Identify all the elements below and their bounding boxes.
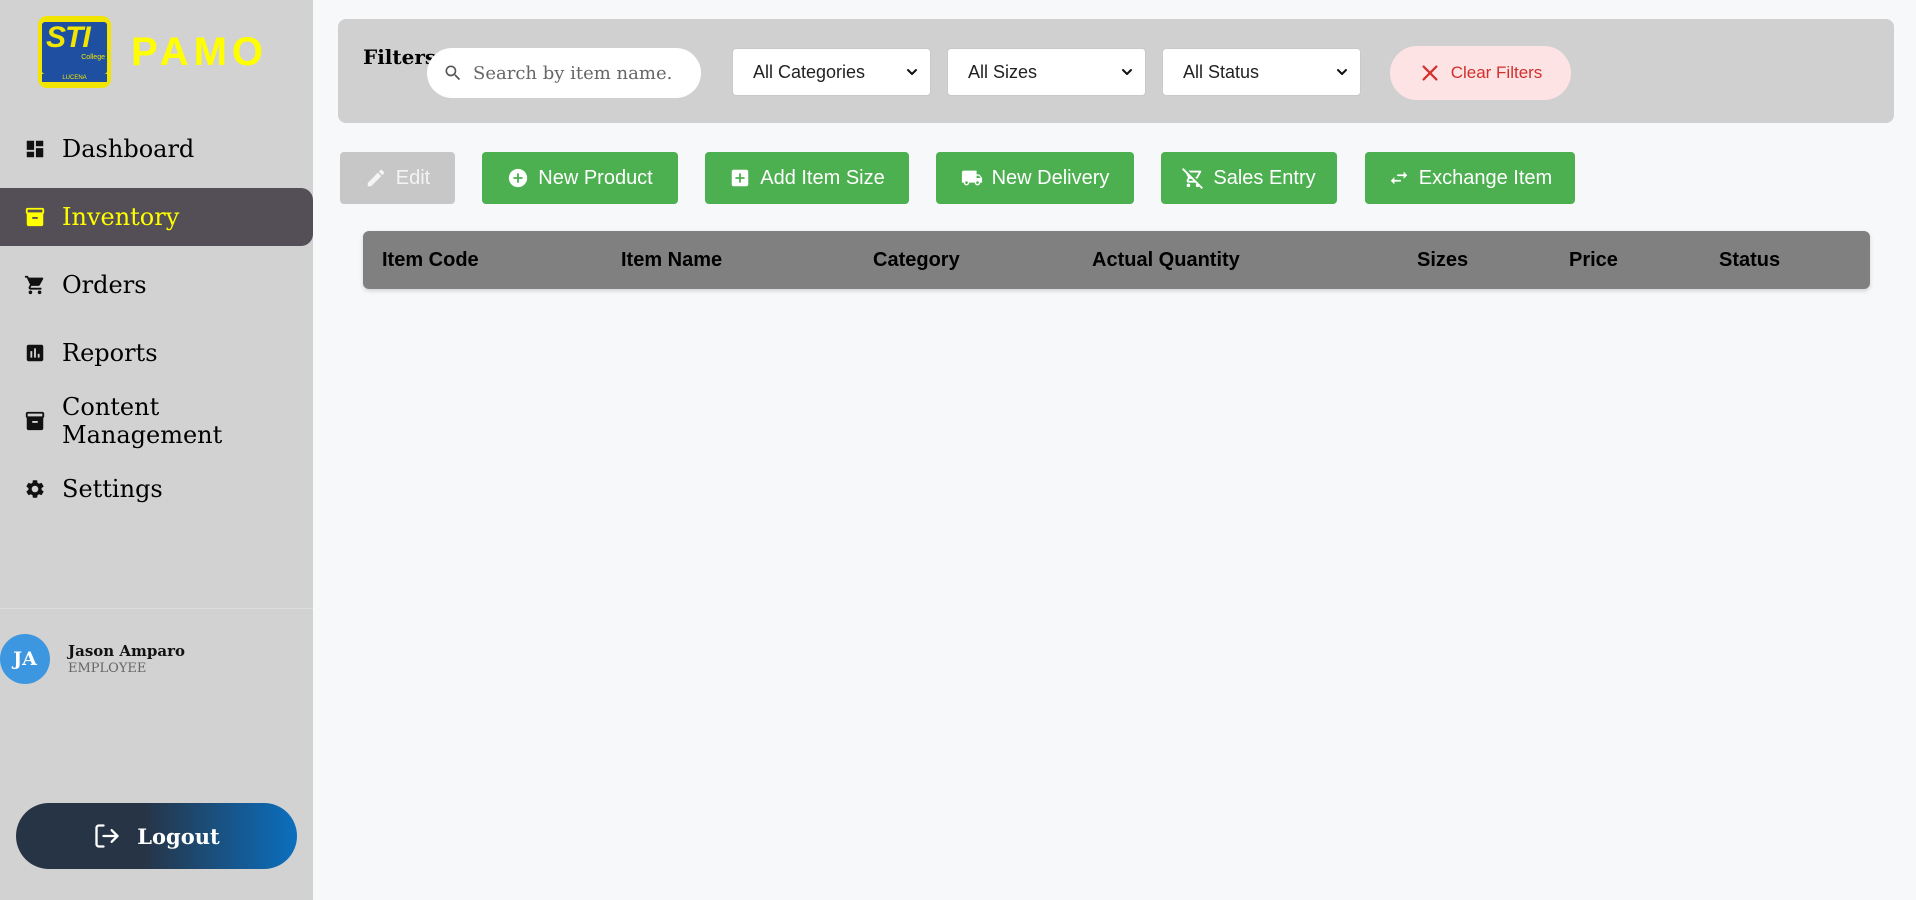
- column-header-item-code[interactable]: Item Code: [382, 249, 479, 272]
- new-product-label: New Product: [538, 166, 653, 189]
- search-box[interactable]: [427, 48, 701, 98]
- logout-label: Logout: [137, 823, 220, 849]
- column-header-price[interactable]: Price: [1569, 249, 1618, 272]
- chevron-down-icon: [1337, 69, 1347, 75]
- pencil-icon: [367, 169, 385, 187]
- cart-off-icon: [1182, 168, 1204, 189]
- sidebar-item-label: Content Management: [62, 393, 223, 449]
- sidebar-item-settings[interactable]: Settings: [0, 460, 313, 518]
- add-item-size-button[interactable]: Add Item Size: [705, 152, 909, 204]
- clear-filters-button[interactable]: Clear Filters: [1390, 46, 1571, 100]
- clear-filters-label: Clear Filters: [1450, 63, 1543, 82]
- inventory-table-header: Item Code Item Name Category Actual Quan…: [363, 231, 1870, 289]
- chevron-down-icon: [1122, 69, 1132, 75]
- sales-entry-button[interactable]: Sales Entry: [1161, 152, 1337, 204]
- add-circle-icon: [509, 168, 528, 188]
- close-icon: [1422, 65, 1438, 81]
- brand-name: PAMO: [131, 29, 269, 74]
- chevron-down-icon: [907, 69, 917, 75]
- edit-label: Edit: [395, 166, 431, 189]
- search-icon: [445, 65, 461, 81]
- filters-bar: Filters All Categories All Sizes All Sta…: [338, 19, 1894, 123]
- truck-icon: [961, 170, 982, 186]
- add-box-icon: [731, 169, 749, 187]
- gear-icon: [24, 478, 46, 500]
- category-select-value: All Categories: [753, 61, 866, 82]
- sidebar-nav: Dashboard Inventory Orders Reports Conte…: [0, 120, 313, 528]
- sidebar-item-dashboard[interactable]: Dashboard: [0, 120, 313, 178]
- sidebar-item-label: Reports: [62, 339, 158, 367]
- column-header-status[interactable]: Status: [1719, 249, 1780, 272]
- sidebar: STI College LUCENA PAMO Dashboard Invent…: [0, 0, 313, 900]
- user-name: Jason Amparo: [68, 642, 186, 660]
- inventory-icon: [24, 206, 46, 228]
- sidebar-item-orders[interactable]: Orders: [0, 256, 313, 314]
- new-delivery-label: New Delivery: [991, 166, 1110, 189]
- status-select-value: All Status: [1183, 61, 1260, 82]
- exchange-item-button[interactable]: Exchange Item: [1365, 152, 1575, 204]
- column-header-actual-quantity[interactable]: Actual Quantity: [1092, 249, 1240, 272]
- size-select-value: All Sizes: [968, 61, 1038, 82]
- filters-title: Filters: [363, 45, 437, 69]
- logout-button[interactable]: Logout: [16, 803, 297, 869]
- sidebar-item-label: Inventory: [62, 203, 180, 231]
- new-product-button[interactable]: New Product: [482, 152, 678, 204]
- avatar: JA: [0, 634, 50, 684]
- sidebar-item-label: Orders: [62, 271, 147, 299]
- cart-icon: [24, 274, 46, 296]
- column-header-sizes[interactable]: Sizes: [1417, 249, 1468, 272]
- user-role: EMPLOYEE: [68, 661, 147, 676]
- sidebar-item-content-management[interactable]: Content Management: [0, 392, 313, 450]
- column-header-category[interactable]: Category: [873, 249, 960, 272]
- new-delivery-button[interactable]: New Delivery: [936, 152, 1134, 204]
- sidebar-item-label: Dashboard: [62, 135, 195, 163]
- edit-button[interactable]: Edit: [340, 152, 455, 204]
- sidebar-item-inventory[interactable]: Inventory: [0, 188, 313, 246]
- search-input[interactable]: [473, 62, 673, 84]
- sidebar-item-label: Settings: [62, 475, 163, 503]
- column-header-item-name[interactable]: Item Name: [621, 249, 722, 272]
- brand[interactable]: STI College LUCENA PAMO: [38, 16, 268, 88]
- status-select[interactable]: All Status: [1162, 48, 1361, 96]
- user-profile[interactable]: JA Jason Amparo EMPLOYEE: [0, 634, 185, 684]
- chart-icon: [24, 342, 46, 364]
- size-select[interactable]: All Sizes: [947, 48, 1146, 96]
- sidebar-divider: [0, 608, 313, 609]
- archive-icon: [24, 410, 46, 432]
- sales-entry-label: Sales Entry: [1213, 166, 1316, 189]
- sti-logo: STI College LUCENA: [38, 16, 111, 88]
- exchange-item-label: Exchange Item: [1418, 166, 1553, 189]
- logout-icon: [95, 824, 119, 848]
- sidebar-item-reports[interactable]: Reports: [0, 324, 313, 382]
- category-select[interactable]: All Categories: [732, 48, 931, 96]
- dashboard-icon: [24, 138, 46, 160]
- add-item-size-label: Add Item Size: [760, 166, 885, 189]
- swap-icon: [1390, 171, 1408, 185]
